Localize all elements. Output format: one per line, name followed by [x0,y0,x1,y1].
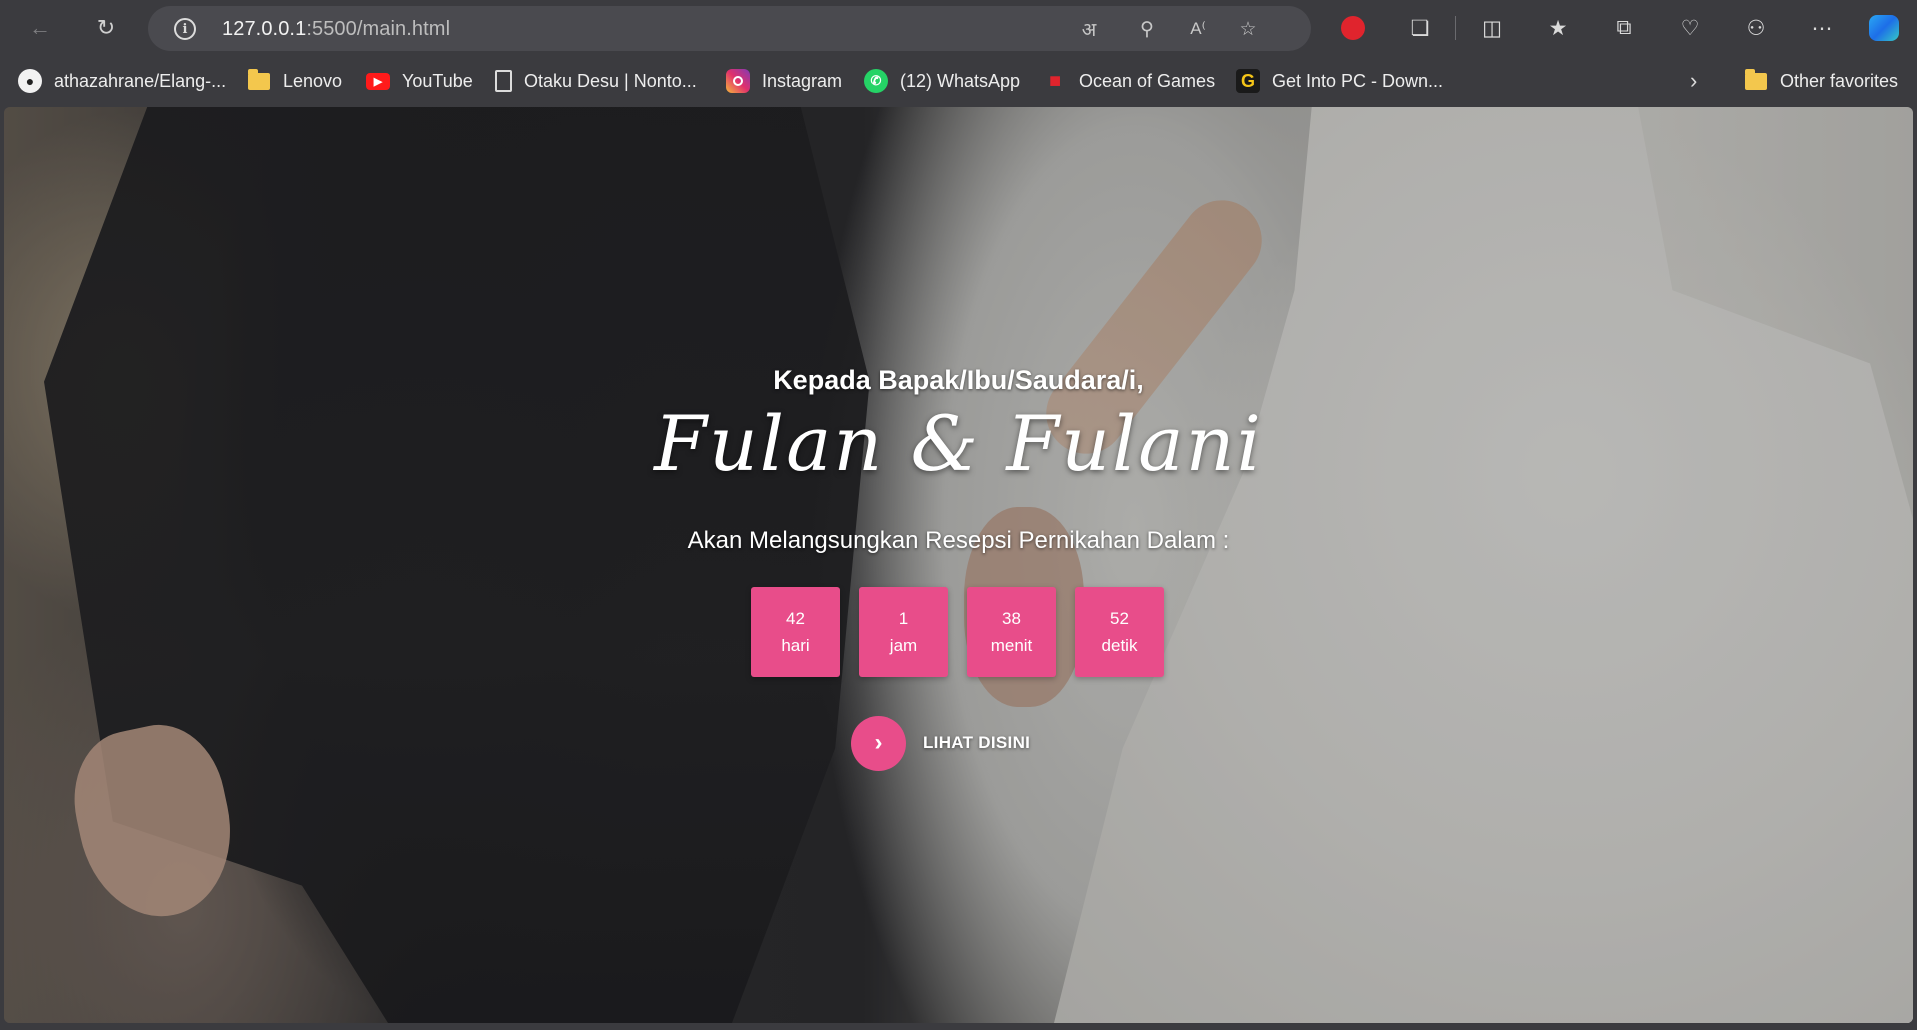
event-subtitle: Akan Melangsungkan Resepsi Pernikahan Da… [687,527,1230,554]
countdown-seconds: 52 detik [1075,587,1164,677]
share-icon[interactable]: ⚇ [1738,10,1774,46]
countdown-unit: jam [889,636,918,655]
bookmark-lenovo[interactable]: Lenovo [247,68,342,94]
countdown-days: 42 hari [751,587,840,677]
bookmark-label: YouTube [402,70,473,91]
split-screen-icon[interactable]: ◫ [1474,10,1510,46]
greeting-text: Kepada Bapak/Ibu/Saudara/i, [773,365,1144,395]
bookmark-label: (12) WhatsApp [900,70,1021,91]
browser-toolbar: ← ↻ i 127.0.0.1:5500/main.html अ ⚲ A⁽ ☆ … [0,0,1917,56]
getintopc-icon: G [1236,69,1260,93]
bookmark-whatsapp[interactable]: ✆ (12) WhatsApp [864,68,1020,94]
collections-icon[interactable]: ⧉ [1606,10,1642,46]
bookmark-oceanofgames[interactable]: ■ Ocean of Games [1043,68,1215,94]
countdown-hours: 1 jam [859,587,948,677]
translate-icon[interactable]: अ [1076,16,1102,42]
github-icon: ● [18,69,42,93]
copilot-icon[interactable] [1866,10,1902,46]
more-icon[interactable]: ⋯ [1804,10,1840,46]
favorites-icon[interactable]: ★ [1540,10,1576,46]
countdown-unit: detik [1101,636,1138,655]
page-viewport: Kepada Bapak/Ibu/Saudara/i, Fulan & Fula… [4,107,1913,1023]
lihat-disini-button[interactable]: › LIHAT DISINI [851,715,1030,771]
countdown-value: 42 [786,609,805,628]
refresh-icon[interactable]: ↻ [88,10,124,46]
countdown-timer: 42 hari 1 jam 38 menit 52 detik [751,587,1164,677]
site-info-icon[interactable]: i [174,18,196,40]
folder-icon [247,68,271,93]
countdown-minutes: 38 menit [967,587,1056,677]
gamepad-icon: ■ [1048,69,1062,92]
whatsapp-icon: ✆ [864,69,888,93]
countdown-value: 38 [1002,609,1021,628]
page-icon [495,70,512,92]
countdown-unit: menit [990,636,1033,655]
countdown-value: 52 [1110,609,1129,628]
chevron-right-icon[interactable]: › [1690,68,1697,94]
cta-label[interactable]: LIHAT DISINI [923,733,1030,753]
bookmark-label: Ocean of Games [1079,70,1216,91]
window-bottom-border [0,1023,1917,1030]
bookmark-label: athazahrane/Elang-... [54,70,227,91]
bookmark-label: Instagram [762,70,843,91]
read-aloud-icon[interactable]: A⁽ [1185,16,1211,42]
bookmark-label: Lenovo [283,70,343,91]
couple-names: Fulan & Fulani [654,399,1263,488]
address-bar[interactable]: i 127.0.0.1:5500/main.html अ ⚲ A⁽ ☆ [148,6,1311,51]
chevron-right-icon[interactable]: › [851,715,906,771]
bookmark-otakudesu[interactable]: Otaku Desu | Nonto... [495,68,697,94]
bookmark-getintopc[interactable]: G Get Into PC - Down... [1236,68,1443,94]
url-path: :5500/main.html [306,18,451,40]
extensions-puzzle-icon[interactable]: ❏ [1402,10,1438,46]
bookmark-label: Otaku Desu | Nonto... [524,70,697,91]
extension-red-icon[interactable] [1335,10,1371,46]
url-text[interactable]: 127.0.0.1:5500/main.html [222,18,450,41]
bookmark-github[interactable]: ● athazahrane/Elang-... [18,68,226,94]
countdown-unit: hari [781,636,810,655]
bookmark-youtube[interactable]: ▶ YouTube [366,68,473,94]
bookmark-label: Other favorites [1780,70,1899,91]
countdown-value: 1 [898,609,909,628]
bookmark-other-favorites[interactable]: Other favorites [1744,68,1898,94]
bookmarks-bar: ● athazahrane/Elang-... Lenovo ▶ YouTube… [0,56,1917,106]
url-host: 127.0.0.1 [222,18,307,40]
folder-icon [1744,68,1768,93]
bookmark-instagram[interactable]: Instagram [726,68,842,94]
back-arrow-icon[interactable]: ← [22,10,58,46]
toolbar-divider [1455,16,1456,40]
browser-essentials-icon[interactable]: ♡ [1672,10,1708,46]
instagram-icon [726,69,750,93]
hero-section: Kepada Bapak/Ibu/Saudara/i, Fulan & Fula… [4,107,1913,1023]
youtube-icon: ▶ [366,72,390,90]
favorite-star-icon[interactable]: ☆ [1235,16,1261,42]
zoom-out-icon[interactable]: ⚲ [1134,16,1160,42]
bookmark-label: Get Into PC - Down... [1272,70,1444,91]
